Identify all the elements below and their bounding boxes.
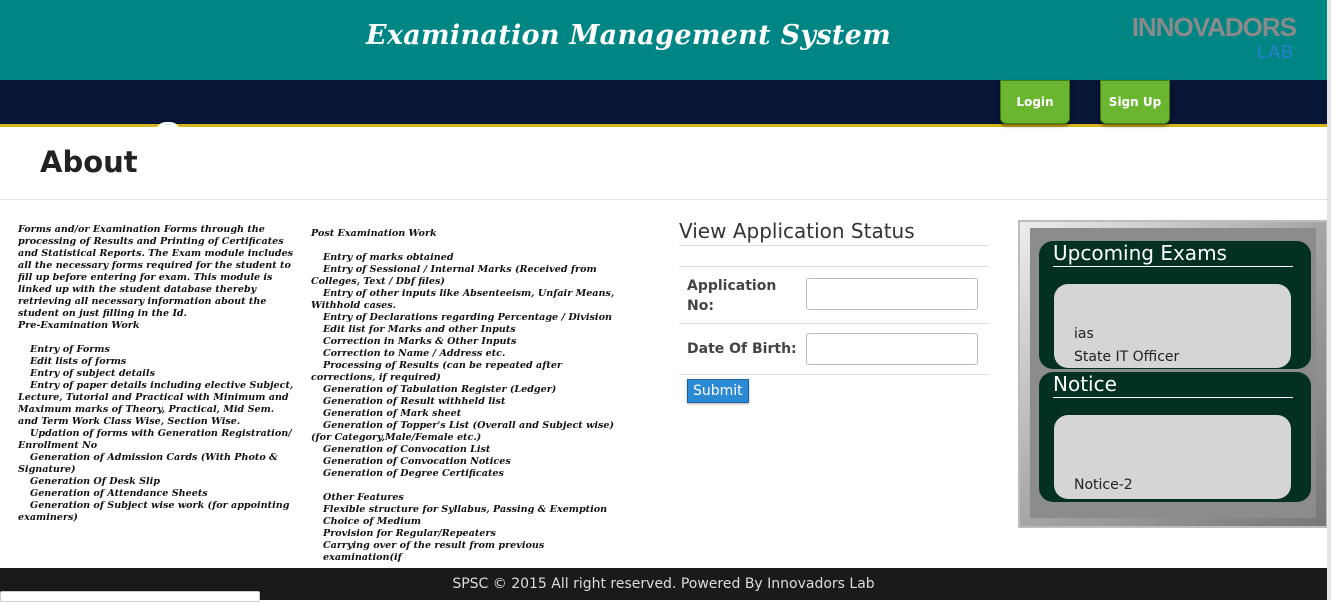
list-item: Entry of subject details <box>30 368 155 379</box>
section-heading: Other Features <box>323 492 404 503</box>
list-item: Carrying over of the result from previou… <box>323 540 545 563</box>
list-item: Generation of Attendance Sheets <box>30 488 208 499</box>
list-item: Generation of Admission Cards (With Phot… <box>18 452 278 475</box>
application-no-label: Application No: <box>687 278 777 314</box>
notice-card: Notice Notice-2 <box>1039 372 1311 502</box>
list-item: Updation of forms with Generation Regist… <box>18 428 292 451</box>
list-item: Entry of Declarations regarding Percenta… <box>323 312 612 323</box>
upcoming-exams-title: Upcoming Exams <box>1053 241 1293 267</box>
list-item: Processing of Results (can be repeated a… <box>311 360 562 383</box>
list-item[interactable]: State IT Officer <box>1074 349 1179 365</box>
form-table: Application No: Date Of Birth: <box>679 266 989 375</box>
about-text-column-1: Forms and/or Examination Forms through t… <box>18 224 294 524</box>
list-item: Correction to Name / Address etc. <box>323 348 506 359</box>
about-text-column-2: Post Examination Work Entry of marks obt… <box>311 228 615 564</box>
notice-list: Notice-2 <box>1054 415 1291 499</box>
site-header: Examination Management System INNOVADORS… <box>0 0 1327 80</box>
scrollbar[interactable] <box>1327 0 1331 600</box>
list-item: Flexible structure for Syllabus, Passing… <box>323 504 608 515</box>
intro-paragraph: Forms and/or Examination Forms through t… <box>18 224 294 319</box>
section-heading: Post Examination Work <box>311 228 437 239</box>
list-item: Generation of Topper's List (Overall and… <box>311 420 615 443</box>
footer-text: SPSC © 2015 All right reserved. Powered … <box>452 576 875 592</box>
list-item: Provision for Regular/Repeaters <box>323 528 496 539</box>
logo-sub-text: LAB <box>1256 42 1294 62</box>
list-item: Edit lists of forms <box>30 356 127 367</box>
list-item: Choice of Medium <box>323 516 422 527</box>
list-item[interactable]: Notice-2 <box>1074 477 1133 493</box>
list-item: Edit list for Marks and other Inputs <box>323 324 516 335</box>
logo-main-text: INNOVADORS <box>1131 12 1297 42</box>
chat-tab[interactable] <box>0 591 260 602</box>
innovadors-logo[interactable]: INNOVADORS LAB <box>1132 12 1297 64</box>
site-title: Examination Management System <box>365 20 891 51</box>
list-item: Generation of Degree Certificates <box>323 468 504 479</box>
dob-input[interactable] <box>806 333 978 365</box>
list-item: Generation of Tabulation Register (Ledge… <box>323 384 557 395</box>
upcoming-exams-card: Upcoming Exams ias State IT Officer <box>1039 241 1311 369</box>
list-item: Entry of Sessional / Internal Marks (Rec… <box>311 264 597 287</box>
list-item: Generation of Mark sheet <box>323 408 462 419</box>
list-item: Entry of paper details including electiv… <box>18 380 294 427</box>
list-item[interactable]: ias <box>1074 326 1094 342</box>
list-item: Generation of Result withheld list <box>323 396 506 407</box>
submit-button[interactable]: Submit <box>687 379 749 403</box>
list-item: Generation of Convocation Notices <box>323 456 511 467</box>
login-button[interactable]: Login <box>1000 80 1070 124</box>
application-no-row: Application No: <box>679 267 989 324</box>
dob-row: Date Of Birth: <box>679 324 989 375</box>
section-heading: Pre-Examination Work <box>18 320 140 331</box>
application-no-input[interactable] <box>806 278 978 310</box>
dob-label: Date Of Birth: <box>687 341 797 357</box>
upcoming-exams-list: ias State IT Officer <box>1054 284 1291 368</box>
list-item: Generation of Subject wise work (for app… <box>18 500 290 523</box>
notice-title: Notice <box>1053 372 1293 398</box>
list-item: Entry of other inputs like Absenteeism, … <box>311 288 615 311</box>
list-item: Entry of Forms <box>30 344 110 355</box>
list-item: Generation Of Desk Slip <box>30 476 160 487</box>
navbar: Login Sign Up <box>0 80 1327 127</box>
list-item: Generation of Convocation List <box>323 444 491 455</box>
list-item: Correction in Marks & Other Inputs <box>323 336 517 347</box>
about-section-header: About <box>0 127 1327 200</box>
signup-button[interactable]: Sign Up <box>1100 80 1170 124</box>
application-status-form: View Application Status Application No: … <box>679 215 989 403</box>
page-title: About <box>40 145 138 179</box>
list-item: Entry of marks obtained <box>323 252 454 263</box>
form-title: View Application Status <box>679 215 989 246</box>
